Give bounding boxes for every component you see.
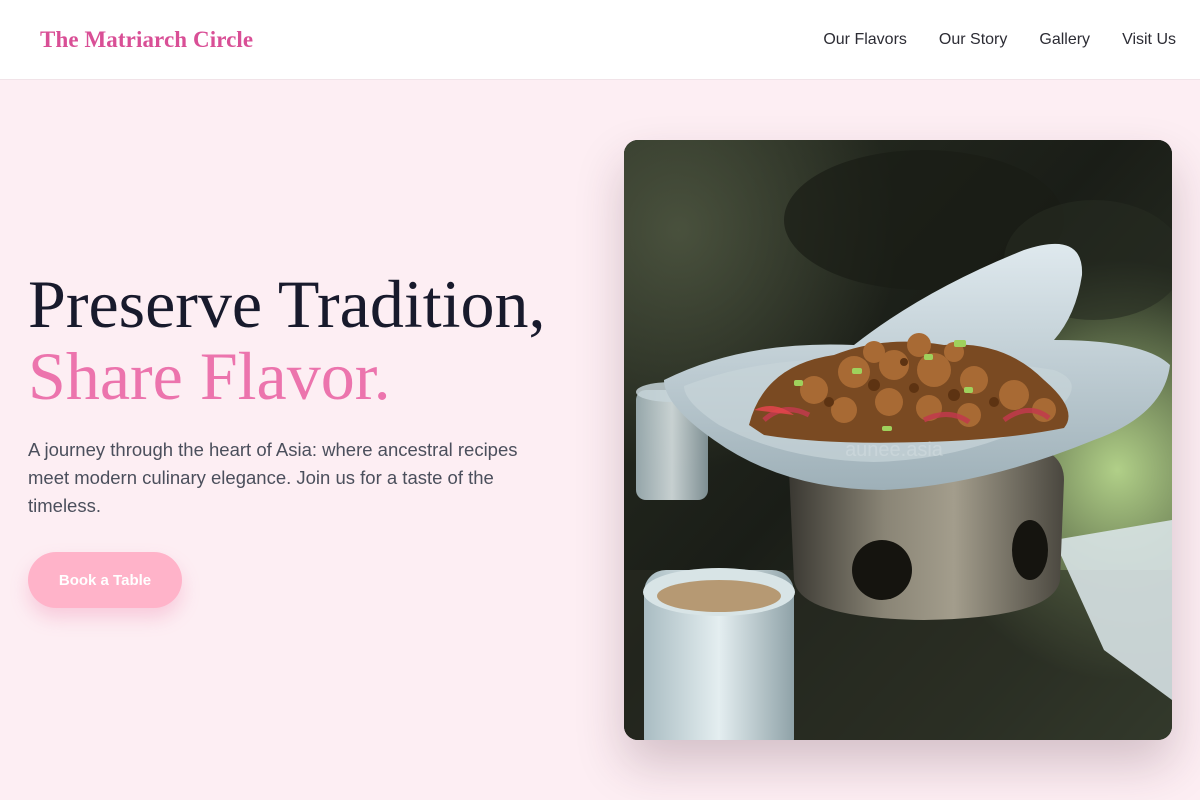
hero-headline: Preserve Tradition, Share Flavor. [28, 268, 608, 412]
nav-link-our-flavors[interactable]: Our Flavors [823, 31, 907, 49]
hero-food-photo: aunee.asia [624, 140, 1172, 740]
hero-description: A journey through the heart of Asia: whe… [28, 439, 518, 516]
nav-link-visit-us[interactable]: Visit Us [1122, 31, 1176, 49]
nav-link-our-story[interactable]: Our Story [939, 31, 1007, 49]
hero-headline-line2: Share Flavor. [28, 338, 391, 414]
hero-text: Preserve Tradition, Share Flavor. A jour… [28, 268, 608, 608]
food-photo-illustration: aunee.asia [624, 140, 1172, 740]
book-table-button[interactable]: Book a Table [28, 552, 182, 608]
brand-logo[interactable]: The Matriarch Circle [40, 27, 253, 53]
nav-link-gallery[interactable]: Gallery [1039, 31, 1090, 49]
hero-headline-line1: Preserve Tradition, [28, 266, 546, 342]
main-nav: Our Flavors Our Story Gallery Visit Us [823, 31, 1176, 49]
top-navbar: The Matriarch Circle Our Flavors Our Sto… [0, 0, 1200, 80]
image-watermark: aunee.asia [845, 439, 944, 461]
